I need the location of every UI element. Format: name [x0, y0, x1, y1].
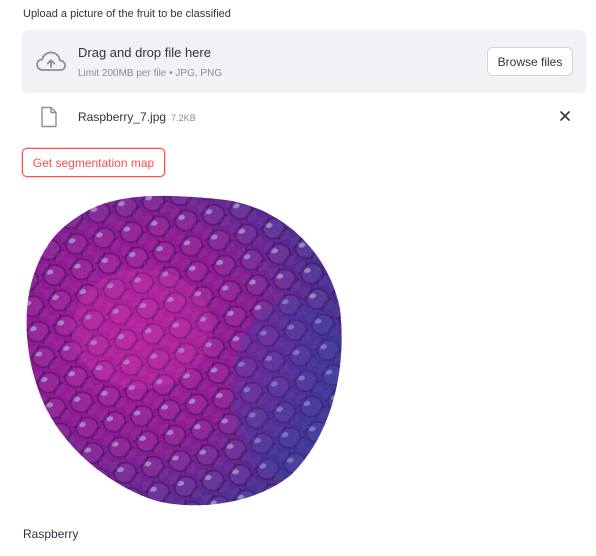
raspberry-image	[26, 195, 342, 506]
dropzone-subtitle: Limit 200MB per file • JPG, PNG	[78, 68, 223, 79]
cloud-upload-icon	[36, 51, 66, 71]
uploaded-file-row: Raspberry_7.jpg 7.2KB	[22, 103, 586, 131]
get-segmentation-map-button[interactable]: Get segmentation map	[22, 148, 165, 177]
file-size: 7.2KB	[171, 113, 196, 123]
file-name: Raspberry_7.jpg 7.2KB	[78, 110, 196, 124]
file-icon	[41, 106, 57, 128]
upload-label: Upload a picture of the fruit to be clas…	[23, 8, 231, 20]
file-dropzone[interactable]: Drag and drop file here Limit 200MB per …	[22, 30, 586, 93]
browse-files-button[interactable]: Browse files	[487, 47, 573, 76]
prediction-label: Raspberry	[23, 527, 79, 541]
close-icon[interactable]	[558, 109, 572, 123]
file-name-text: Raspberry_7.jpg	[78, 110, 167, 124]
dropzone-title: Drag and drop file here	[78, 45, 211, 60]
